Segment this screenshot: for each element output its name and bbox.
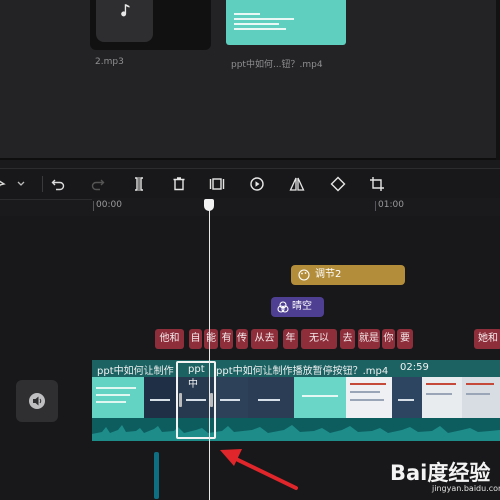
cursor-icon xyxy=(0,180,6,187)
media-item-video[interactable] xyxy=(226,0,346,45)
thumb-text-line xyxy=(234,18,294,20)
thumbnail-frame xyxy=(462,377,500,418)
undo-button[interactable] xyxy=(50,176,66,192)
thumb-text-line xyxy=(234,13,260,15)
rotate-icon xyxy=(330,176,346,192)
subtitle-clip[interactable]: 无以 xyxy=(301,329,337,349)
thumbnail-frame xyxy=(92,377,144,418)
mirror-button[interactable] xyxy=(289,176,305,192)
filter-clip[interactable]: 晴空 xyxy=(271,297,324,317)
thumbnail-frame xyxy=(422,377,462,418)
media-item-video-name: ppt中如何...钮？.mp4 xyxy=(231,60,323,70)
palette-icon xyxy=(298,269,310,281)
split-icon xyxy=(135,177,143,191)
waveform-graphic xyxy=(92,425,500,441)
thumb-text-line xyxy=(234,23,279,25)
segment-left-handle[interactable] xyxy=(179,393,182,407)
reverse-play-icon xyxy=(250,177,264,191)
media-panel-border xyxy=(496,0,500,160)
clip-duration: 02:59 xyxy=(400,362,429,373)
crop-icon xyxy=(370,177,384,191)
thumbnail-frame xyxy=(144,377,178,418)
mirror-icon xyxy=(289,177,305,191)
subtitle-clip[interactable]: 就是 xyxy=(358,329,380,349)
thumbnail-frame xyxy=(214,377,248,418)
time-ruler[interactable]: 00:00 01:00 xyxy=(92,198,500,216)
thumbnail-frame xyxy=(248,377,294,418)
filter-icon xyxy=(277,301,289,313)
music-note-icon xyxy=(121,4,130,17)
undo-icon xyxy=(51,179,65,191)
timeline-toolbar xyxy=(0,168,500,200)
subtitle-clip[interactable]: 去 xyxy=(340,329,355,349)
media-panel: 2.mp3 ppt中如何...钮？.mp4 xyxy=(0,0,500,160)
audio-waveform xyxy=(92,418,500,441)
thumbnail-frame xyxy=(392,377,422,418)
watermark-url: jingyan.baidu.com xyxy=(432,484,500,493)
audio-clip-stub[interactable] xyxy=(154,452,159,499)
subtitle-clip[interactable]: 他和 xyxy=(155,329,184,349)
trash-icon xyxy=(173,177,185,191)
watermark-logo: Bai度经验 xyxy=(390,461,491,485)
subtitle-clip[interactable]: 要 xyxy=(397,329,413,349)
freeze-frame-button[interactable] xyxy=(209,176,225,192)
rotate-button[interactable] xyxy=(330,176,346,192)
playhead-handle[interactable] xyxy=(204,199,214,211)
subtitle-clip[interactable]: 有 xyxy=(220,329,233,349)
speaker-icon xyxy=(29,393,45,409)
adjust-clip[interactable]: 调节2 xyxy=(291,265,405,285)
subtitle-clip[interactable]: 传 xyxy=(236,329,248,349)
split-button[interactable] xyxy=(131,176,147,192)
filter-clip-label: 晴空 xyxy=(292,301,312,312)
adjust-clip-label: 调节2 xyxy=(315,269,342,280)
selected-segment[interactable]: ppt中 xyxy=(176,361,216,439)
clip-thumbnails xyxy=(92,377,500,418)
thumbnail-frame xyxy=(294,377,346,418)
redo-icon xyxy=(91,179,105,191)
media-item-audio[interactable] xyxy=(90,0,211,50)
ruler-label-minute: 01:00 xyxy=(378,200,404,210)
cursor-tool-button[interactable] xyxy=(0,176,10,192)
clip-title: ppt中如何让制作 xyxy=(97,366,174,377)
selected-segment-title: ppt中 xyxy=(188,364,205,390)
delete-button[interactable] xyxy=(171,176,187,192)
subtitle-clip[interactable]: 你 xyxy=(382,329,395,349)
playhead-line[interactable] xyxy=(209,208,210,500)
ruler-tick xyxy=(93,201,94,211)
audio-thumbnail xyxy=(96,0,153,42)
clip-title-full: ppt中如何让制作播放暂停按钮？.mp4 xyxy=(216,366,389,377)
subtitle-clip[interactable]: 从去 xyxy=(251,329,278,349)
chevron-down-icon xyxy=(17,181,25,186)
media-item-audio-name: 2.mp3 xyxy=(95,57,124,67)
ruler-label-start: 00:00 xyxy=(96,200,122,210)
subtitle-clip[interactable]: 年 xyxy=(283,329,298,349)
cursor-dropdown[interactable] xyxy=(16,176,26,192)
subtitle-clip[interactable]: 她和 xyxy=(474,329,500,349)
freeze-frame-icon xyxy=(209,178,225,190)
toolbar-divider xyxy=(42,176,43,192)
crop-button[interactable] xyxy=(369,176,385,192)
thumb-text-line xyxy=(234,28,286,30)
segment-right-handle[interactable] xyxy=(210,393,213,407)
track-mute-button[interactable] xyxy=(16,380,58,422)
redo-button[interactable] xyxy=(90,176,106,192)
thumbnail-frame xyxy=(346,377,392,418)
reverse-button[interactable] xyxy=(249,176,265,192)
subtitle-clip[interactable]: 自 xyxy=(189,329,202,349)
ruler-tick xyxy=(375,201,376,211)
subtitle-clip[interactable]: 能 xyxy=(204,329,218,349)
